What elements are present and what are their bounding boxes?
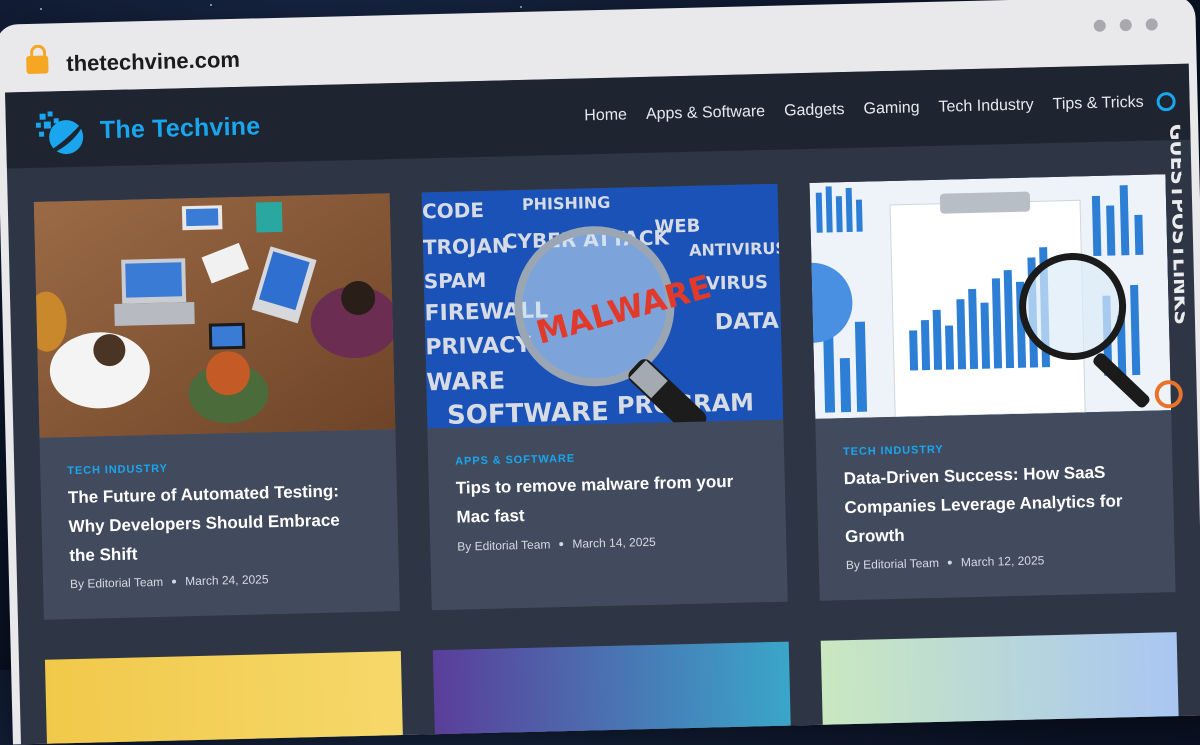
post-meta: By Editorial Team March 14, 2025: [457, 535, 656, 554]
window-dot-icon: [1145, 18, 1158, 31]
post-date: March 24, 2025: [185, 572, 269, 589]
post-date: March 12, 2025: [960, 553, 1045, 570]
post-date: March 14, 2025: [572, 534, 656, 551]
post-card[interactable]: [432, 641, 792, 745]
image-word: PHISHING: [522, 193, 611, 214]
post-card[interactable]: [820, 632, 1180, 745]
image-word: VIRUS: [706, 272, 769, 295]
watermark-text: GUESTPOSTLINKS: [1165, 124, 1187, 325]
watermark: GUESTPOSTLINKS: [1154, 124, 1187, 409]
image-word: TROJAN: [423, 233, 509, 259]
window-dot-icon: [1119, 19, 1132, 32]
post-title[interactable]: The Future of Automated Testing: Why Dev…: [68, 476, 370, 570]
nav-item-tips-tricks[interactable]: Tips & Tricks: [1052, 94, 1143, 114]
post-card[interactable]: CODE PHISHING CYBER ATTACK TROJAN SPAM W…: [421, 183, 788, 611]
image-word: PRIVACY: [425, 333, 533, 361]
image-word: WEB: [654, 216, 700, 238]
post-thumbnail[interactable]: [33, 193, 396, 438]
post-card[interactable]: TECH INDUSTRY The Future of Automated Te…: [33, 193, 400, 620]
nav-item-tech-industry[interactable]: Tech Industry: [938, 96, 1034, 116]
post-title[interactable]: Tips to remove malware from your Mac fas…: [455, 466, 756, 531]
image-word: CODE: [422, 198, 485, 224]
website: The Techvine Home Apps & Software Gadget…: [5, 63, 1200, 745]
browser-window: thetechvine.com The Techvine Home Apps &…: [0, 0, 1200, 745]
image-word: SOFTWARE: [447, 397, 609, 428]
nav-item-apps-software[interactable]: Apps & Software: [646, 103, 766, 124]
image-word: ANTIVIRUS: [689, 238, 783, 259]
post-category[interactable]: TECH INDUSTRY: [67, 463, 168, 477]
post-meta: By Editorial Team March 12, 2025: [846, 553, 1045, 572]
image-word: WARE: [426, 366, 506, 396]
url-text[interactable]: thetechvine.com: [66, 47, 240, 77]
logo-icon[interactable]: [35, 110, 91, 155]
image-word: DATA: [715, 309, 779, 336]
window-dot-icon: [1093, 19, 1106, 32]
post-author[interactable]: By Editorial Team: [70, 575, 163, 591]
post-card[interactable]: TECH INDUSTRY Data-Driven Success: How S…: [809, 174, 1176, 601]
post-author[interactable]: By Editorial Team: [846, 556, 939, 572]
post-category[interactable]: APPS & SOFTWARE: [455, 453, 575, 468]
post-category[interactable]: TECH INDUSTRY: [843, 444, 944, 458]
post-author[interactable]: By Editorial Team: [457, 537, 550, 553]
post-card[interactable]: [44, 651, 404, 745]
image-word: SPAM: [423, 268, 486, 294]
site-logo-text[interactable]: The Techvine: [100, 112, 261, 145]
nav-item-gaming[interactable]: Gaming: [863, 99, 919, 118]
lock-icon: [26, 55, 49, 75]
post-thumbnail[interactable]: CODE PHISHING CYBER ATTACK TROJAN SPAM W…: [421, 183, 784, 429]
post-thumbnail[interactable]: [809, 174, 1172, 419]
nav-item-gadgets[interactable]: Gadgets: [784, 101, 845, 120]
nav-item-home[interactable]: Home: [584, 106, 627, 125]
main-nav: Home Apps & Software Gadgets Gaming Tech…: [584, 94, 1144, 126]
post-title[interactable]: Data-Driven Success: How SaaS Companies …: [843, 457, 1145, 551]
post-meta: By Editorial Team March 24, 2025: [70, 572, 269, 591]
